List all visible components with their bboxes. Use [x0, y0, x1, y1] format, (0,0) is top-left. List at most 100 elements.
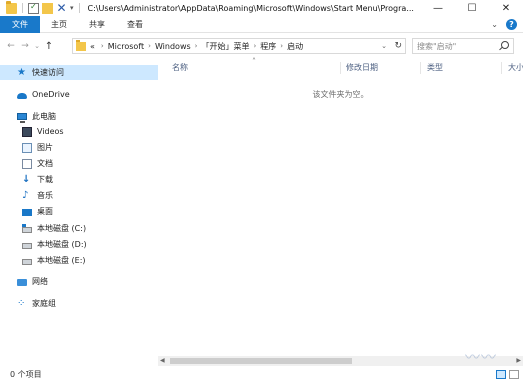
column-headers: ˄ 名称 修改日期 类型 大小: [158, 57, 523, 76]
homegroup-icon: ⁘: [17, 297, 26, 309]
recent-locations-dropdown[interactable]: ⌄: [32, 38, 42, 54]
maximize-button[interactable]: ☐: [455, 0, 489, 16]
watermark-mark: 〰〰: [465, 348, 498, 366]
tab-home[interactable]: 主页: [40, 16, 78, 33]
column-header-size[interactable]: 大小: [508, 60, 523, 76]
nav-item-music[interactable]: ♪ 音乐: [0, 188, 53, 203]
nav-item-desktop[interactable]: 桌面: [0, 204, 53, 219]
large-icons-view-icon[interactable]: [509, 370, 519, 379]
nav-item-label: 网络: [32, 277, 48, 286]
nav-item-label: 快速访问: [32, 68, 64, 77]
new-folder-icon[interactable]: [42, 2, 53, 14]
nav-item-label: 图片: [37, 143, 53, 152]
desktop-icon: [22, 208, 32, 216]
nav-item-onedrive[interactable]: OneDrive: [0, 87, 70, 102]
chevron-right-icon[interactable]: ›: [148, 42, 151, 50]
file-list-pane[interactable]: ˄ 名称 修改日期 类型 大小 该文件夹为空。 ◀ ▶: [158, 57, 523, 366]
details-view-icon[interactable]: [496, 370, 506, 379]
scroll-left-arrow-icon[interactable]: ◀: [160, 356, 165, 366]
chevron-right-icon[interactable]: ›: [101, 42, 104, 50]
forward-button[interactable]: →: [18, 38, 32, 54]
folder-icon: [76, 39, 86, 51]
documents-icon: [22, 158, 32, 169]
nav-item-drive-c[interactable]: 本地磁盘 (C:): [0, 221, 86, 236]
quick-access-star-icon: ★: [17, 66, 26, 78]
chevron-right-icon[interactable]: ›: [253, 42, 256, 50]
nav-item-label: 桌面: [37, 207, 53, 216]
item-count: 0 个项目: [10, 370, 42, 379]
nav-item-drive-d[interactable]: 本地磁盘 (D:): [0, 237, 87, 252]
breadcrumb-overflow[interactable]: «: [90, 42, 95, 51]
folder-icon: [6, 0, 17, 14]
column-divider[interactable]: [420, 62, 421, 74]
column-divider[interactable]: [340, 62, 341, 74]
nav-item-documents[interactable]: 文档: [0, 156, 53, 171]
music-icon: ♪: [22, 189, 29, 201]
chevron-right-icon[interactable]: ›: [195, 42, 198, 50]
back-button[interactable]: ←: [4, 38, 18, 54]
quick-access-toolbar: ✕ ▾: [0, 0, 82, 16]
title-bar: ✕ ▾ C:\Users\Administrator\AppData\Roami…: [0, 0, 523, 16]
chevron-right-icon[interactable]: ›: [280, 42, 283, 50]
scrollbar-thumb[interactable]: [170, 358, 352, 364]
scroll-right-arrow-icon[interactable]: ▶: [516, 356, 521, 366]
breadcrumb-start-menu[interactable]: 「开始」菜单: [201, 41, 249, 52]
nav-item-label: 本地磁盘 (D:): [37, 240, 87, 249]
navigation-pane: ★ 快速访问 OneDrive 此电脑 Videos 图片 文档 ↓ 下载 ♪ …: [0, 60, 158, 366]
breadcrumb-microsoft[interactable]: Microsoft: [108, 42, 144, 51]
nav-item-homegroup[interactable]: ⁘ 家庭组: [0, 296, 56, 311]
search-input[interactable]: [417, 41, 497, 51]
videos-icon: [22, 126, 32, 137]
up-button[interactable]: ↑: [42, 38, 56, 54]
nav-item-label: 此电脑: [32, 112, 56, 121]
separator: [78, 3, 80, 13]
nav-item-network[interactable]: 网络: [0, 274, 48, 289]
close-button[interactable]: ✕: [489, 0, 523, 16]
minimize-button[interactable]: —: [421, 0, 455, 16]
properties-icon[interactable]: [28, 2, 39, 14]
drive-icon: [22, 242, 32, 249]
nav-item-this-pc[interactable]: 此电脑: [0, 109, 56, 124]
breadcrumb-windows[interactable]: Windows: [155, 42, 191, 51]
downloads-icon: ↓: [22, 173, 31, 185]
pictures-icon: [22, 142, 32, 153]
drive-icon: [22, 258, 32, 265]
nav-item-label: 家庭组: [32, 299, 56, 308]
breadcrumb-programs[interactable]: 程序: [260, 41, 276, 52]
onedrive-cloud-icon: [17, 92, 27, 99]
column-header-type[interactable]: 类型: [427, 60, 443, 76]
nav-item-quick-access[interactable]: ★ 快速访问: [0, 65, 158, 80]
separator: [22, 3, 23, 13]
tab-share[interactable]: 共享: [78, 16, 116, 33]
nav-item-label: 本地磁盘 (E:): [37, 256, 86, 265]
nav-item-pictures[interactable]: 图片: [0, 140, 53, 155]
search-icon[interactable]: [501, 41, 509, 49]
delete-icon[interactable]: ✕: [56, 2, 67, 14]
window-controls: — ☐ ✕: [421, 0, 523, 16]
navigation-bar: ← → ⌄ ↑ « › Microsoft › Windows › 「开始」菜单…: [0, 35, 523, 57]
search-box[interactable]: [412, 38, 514, 54]
address-history-dropdown-icon[interactable]: ⌄: [381, 39, 387, 53]
nav-item-label: 文档: [37, 159, 53, 168]
nav-item-videos[interactable]: Videos: [0, 124, 64, 139]
column-header-name[interactable]: 名称: [172, 60, 188, 76]
nav-item-drive-e[interactable]: 本地磁盘 (E:): [0, 253, 86, 268]
view-switcher: [496, 370, 519, 379]
ribbon-right-controls: ⌄ ?: [491, 16, 517, 33]
breadcrumb-startup[interactable]: 启动: [287, 41, 303, 52]
ribbon-tab-bar: 文件 主页 共享 查看 ⌄ ?: [0, 15, 523, 33]
column-divider[interactable]: [501, 62, 502, 74]
customize-quick-access-dropdown-icon[interactable]: ▾: [70, 4, 74, 12]
help-icon[interactable]: ?: [506, 19, 517, 30]
nav-item-label: OneDrive: [32, 90, 70, 99]
refresh-icon[interactable]: ↻: [394, 39, 402, 53]
nav-item-label: 音乐: [37, 191, 53, 200]
nav-item-label: Videos: [37, 127, 64, 136]
expand-ribbon-chevron-icon[interactable]: ⌄: [491, 20, 498, 29]
address-bar[interactable]: « › Microsoft › Windows › 「开始」菜单 › 程序 › …: [72, 38, 406, 54]
tab-view[interactable]: 查看: [116, 16, 154, 33]
nav-item-downloads[interactable]: ↓ 下载: [0, 172, 53, 187]
column-header-date-modified[interactable]: 修改日期: [346, 60, 378, 76]
status-bar: 0 个项目: [0, 366, 523, 383]
tab-file[interactable]: 文件: [0, 15, 40, 33]
